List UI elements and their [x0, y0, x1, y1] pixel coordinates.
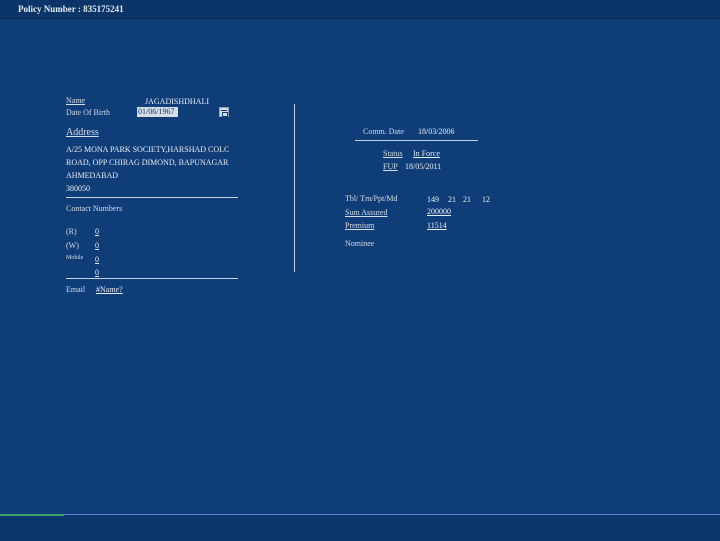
comm-date-divider [355, 140, 478, 141]
name-label: Name [66, 96, 86, 105]
name-value: JAGADISHDHALI [145, 97, 209, 106]
address-pincode: 380050 [66, 184, 90, 193]
address-line-3: AHMEDABAD [66, 171, 118, 180]
fup-value: 18/05/2011 [405, 162, 442, 171]
ppt-value: 21 [463, 195, 471, 204]
calendar-icon[interactable] [219, 107, 229, 117]
tbl-value: 149 [427, 195, 439, 204]
status-value: In Force [413, 149, 440, 158]
contact-mobile-value: 0 [95, 255, 99, 264]
contact-divider [66, 278, 238, 279]
contact-mobile-label: Mobile [66, 255, 84, 261]
email-value: #Name? [96, 285, 123, 294]
address-divider [66, 197, 238, 198]
title-bar: Policy Number : 835175241 [0, 0, 720, 19]
email-label: Email [66, 285, 86, 294]
address-line-2: ROAD, OPP CHIRAG DIMOND, BAPUNAGAR [66, 158, 229, 167]
status-bar-accent [0, 514, 64, 516]
dob-field[interactable]: 01/06/1967 [137, 107, 178, 117]
fup-label: FUP [383, 162, 398, 171]
contact-residence-label: (R) [66, 227, 77, 236]
contact-other-value: 0 [95, 268, 99, 277]
panel-separator [294, 104, 295, 272]
contact-work-value: 0 [95, 241, 99, 250]
term-value: 21 [448, 195, 456, 204]
md-value: 12 [482, 195, 490, 204]
policy-number-title: Policy Number : 835175241 [18, 4, 124, 14]
sum-assured-value: 200000 [427, 207, 451, 216]
tbl-term-label: Tbl/ Tm/Ppt/Md [345, 194, 398, 203]
address-label: Address [66, 127, 99, 138]
sum-assured-label: Sum Assured [345, 208, 388, 217]
premium-value: 11514 [427, 221, 447, 230]
premium-label: Premium [345, 221, 375, 230]
status-bar [0, 514, 720, 541]
contact-residence-value: 0 [95, 227, 99, 236]
status-label: Status [383, 149, 403, 158]
contact-work-label: (W) [66, 241, 79, 250]
nominee-label: Nominee [345, 239, 375, 248]
contact-numbers-label: Contact Numbers [66, 204, 123, 213]
address-line-1: A/25 MONA PARK SOCIETY,HARSHAD COLC [66, 145, 230, 154]
comm-date-label: Comm. Date [363, 127, 404, 136]
dob-label: Date Of Birth [66, 108, 110, 117]
comm-date-value: 18/03/2006 [418, 127, 455, 136]
